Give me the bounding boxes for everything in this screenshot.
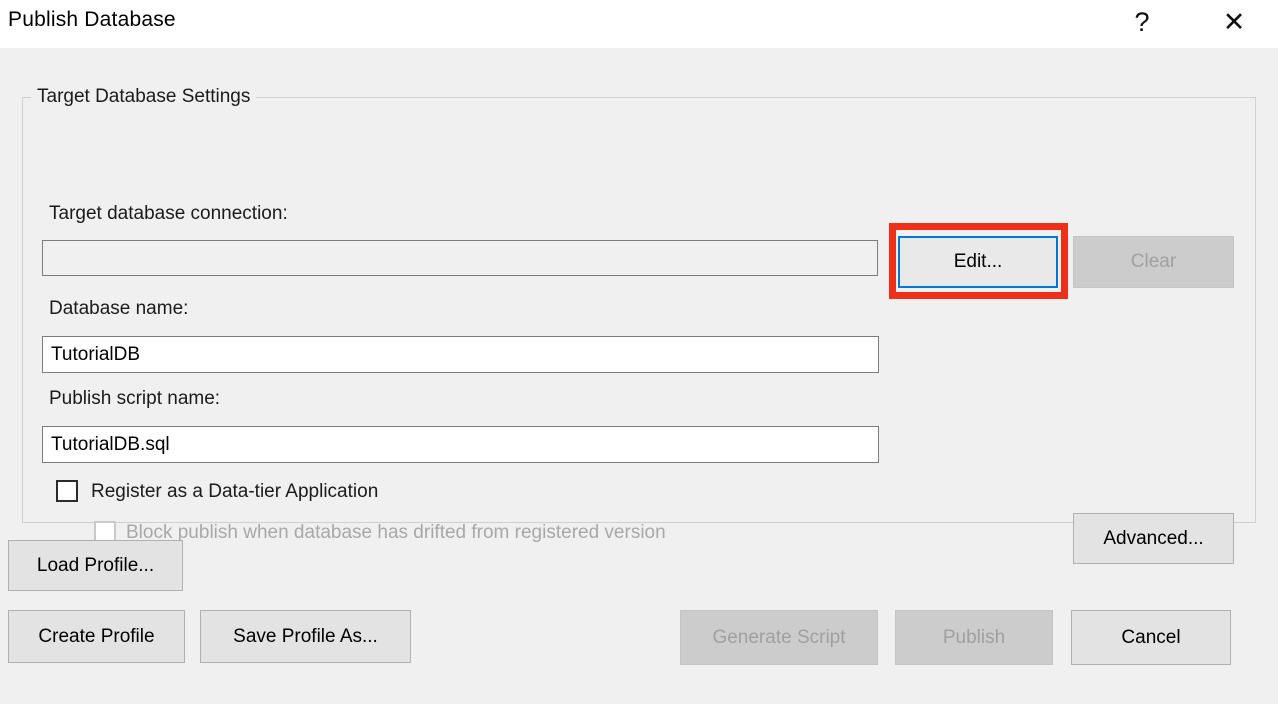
create-profile-button[interactable]: Create Profile [8,610,185,663]
generate-script-button: Generate Script [680,610,878,665]
block-publish-label: Block publish when database has drifted … [126,522,666,544]
save-profile-as-button[interactable]: Save Profile As... [200,610,411,663]
load-profile-button[interactable]: Load Profile... [8,540,183,591]
clear-button: Clear [1073,236,1234,288]
publish-button: Publish [895,610,1053,665]
database-name-input[interactable] [42,336,879,373]
close-icon[interactable]: ✕ [1212,0,1256,44]
edit-button[interactable]: Edit... [898,236,1058,288]
target-database-settings-group: Target Database Settings Target database… [22,86,1256,523]
publish-script-name-input[interactable] [42,426,879,463]
register-datatier-checkbox[interactable] [56,480,78,502]
help-icon[interactable]: ? [1126,2,1158,42]
database-name-label: Database name: [49,298,188,320]
dialog-body: Target Database Settings Target database… [0,48,1278,704]
dialog-title: Publish Database [8,8,176,32]
cancel-button[interactable]: Cancel [1071,610,1231,665]
titlebar: Publish Database ? ✕ [0,0,1278,48]
target-database-connection-label: Target database connection: [49,203,288,225]
target-database-settings-legend: Target Database Settings [31,86,256,108]
register-datatier-label[interactable]: Register as a Data-tier Application [91,481,378,503]
target-database-connection-input [42,240,878,276]
advanced-button[interactable]: Advanced... [1073,513,1234,564]
publish-script-name-label: Publish script name: [49,388,220,410]
